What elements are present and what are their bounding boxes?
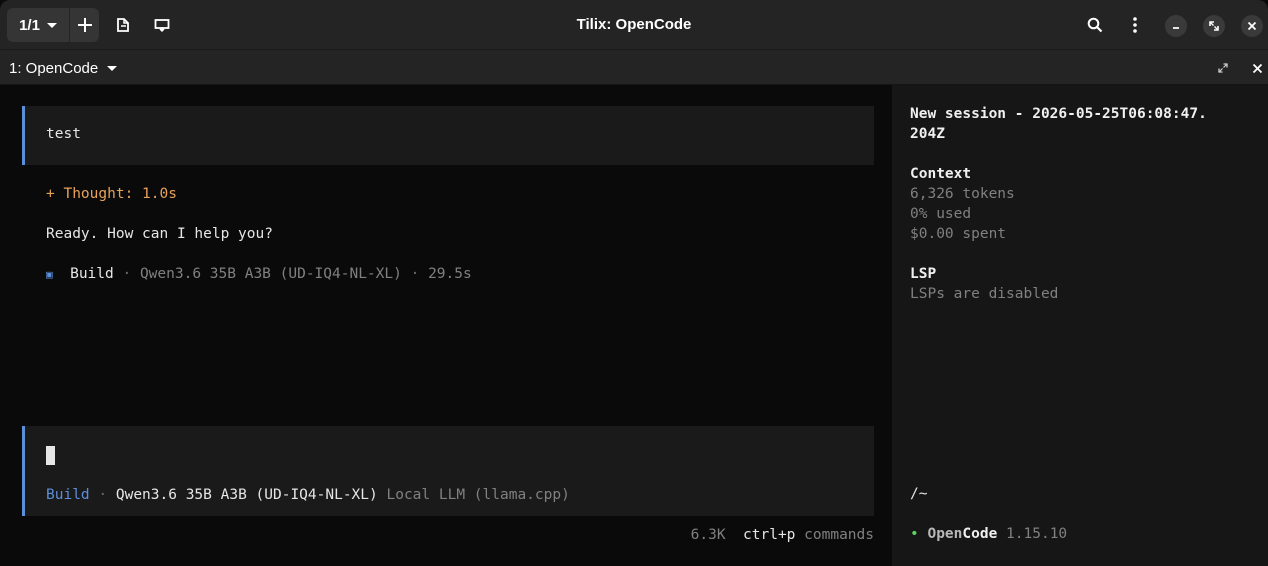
model-name[interactable]: Qwen3.6 35B A3B (UD-IQ4-NL-XL) [116,487,378,503]
close-icon [1247,21,1257,31]
close-window-button[interactable] [1241,15,1263,37]
token-count: 6.3K [690,527,726,543]
context-used: 0% used [910,206,972,222]
session-title-line1: New session - 2026-05-25T06:08:47. [910,106,1207,122]
header-bar: 1/1 Tilix: OpenCode [0,0,1268,49]
add-session-button[interactable] [70,8,99,42]
terminal-close-button[interactable] [1247,58,1267,78]
session-counter: 1/1 [19,16,40,34]
session-menu-button[interactable]: 1/1 [7,8,69,42]
session-sidebar: New session - 2026-05-25T06:08:47. 204Z … [892,85,1268,566]
terminal-title: 1: OpenCode [9,59,99,77]
status-dot-icon: • [910,526,919,542]
maximize-button[interactable] [1203,15,1225,37]
context-spent: $0.00 spent [910,226,1007,242]
chevron-down-icon [107,65,118,71]
terminal-title-button[interactable]: 1: OpenCode [9,50,118,86]
maximize-icon [1209,21,1219,31]
find-button[interactable] [1078,8,1112,42]
separator: · [89,487,116,503]
working-directory: /~ [910,486,928,502]
app-version-line: • OpenCode 1.15.10 [910,526,1067,542]
app-version: 1.15.10 [1006,526,1068,542]
close-icon [1252,63,1262,73]
context-tokens: 6,326 tokens [910,186,1015,202]
context-heading: Context [910,166,972,182]
prompt-mode-line: Build · Qwen3.6 35B A3B (UD-IQ4-NL-XL) L… [46,487,570,503]
app-name-suffix: Code [962,526,998,542]
agent-mode[interactable]: Build [46,487,90,503]
footer-status: 6.3K ctrl+p commands [691,527,874,543]
assistant-reply: Ready. How can I help you? [46,226,273,242]
split-right-icon [117,18,129,32]
main-menu-button[interactable] [1118,8,1152,42]
add-terminal-down-button[interactable] [145,8,179,42]
split-down-icon [154,19,170,33]
separator: · [113,266,140,282]
expand-icon [1218,63,1228,73]
user-message-box: test [22,106,874,165]
build-label: Build [70,266,114,282]
build-duration: 29.5s [428,266,472,282]
minimize-button[interactable] [1165,15,1187,37]
text-cursor [46,446,55,465]
chevron-down-icon [46,22,57,28]
session-switcher: 1/1 [7,8,99,42]
kebab-menu-icon [1133,17,1137,33]
app-name-prefix: Open [927,526,963,542]
lsp-heading: LSP [910,266,937,282]
minimize-icon [1173,27,1179,29]
provider-name: Local LLM (llama.cpp) [377,487,570,503]
shortcut-label: commands [795,527,874,543]
plus-icon [77,18,92,32]
session-title-line2: 204Z [910,126,945,142]
build-status-line: ▣ Build · Qwen3.6 35B A3B (UD-IQ4-NL-XL)… [46,266,472,282]
prompt-accent-bar [22,426,25,516]
terminal-title-bar: 1: OpenCode [0,49,1268,85]
terminal-maximize-button[interactable] [1213,58,1233,78]
user-message: test [46,126,81,142]
lsp-status: LSPs are disabled [910,286,1059,302]
message-accent-bar [22,106,25,165]
separator: · [401,266,429,282]
prompt-input-box[interactable]: Build · Qwen3.6 35B A3B (UD-IQ4-NL-XL) L… [22,426,874,516]
build-square-icon: ▣ [46,268,53,281]
shortcut-key: ctrl+p [743,527,796,543]
terminal-view[interactable]: test + Thought: 1.0s Ready. How can I he… [0,85,1268,566]
tilix-window: 1/1 Tilix: OpenCode 1: OpenCode test + T… [0,0,1268,566]
thought-toggle[interactable]: + Thought: 1.0s [46,186,177,202]
add-terminal-right-button[interactable] [106,8,140,42]
build-model: Qwen3.6 35B A3B (UD-IQ4-NL-XL) [139,266,402,282]
search-icon [1087,17,1103,33]
